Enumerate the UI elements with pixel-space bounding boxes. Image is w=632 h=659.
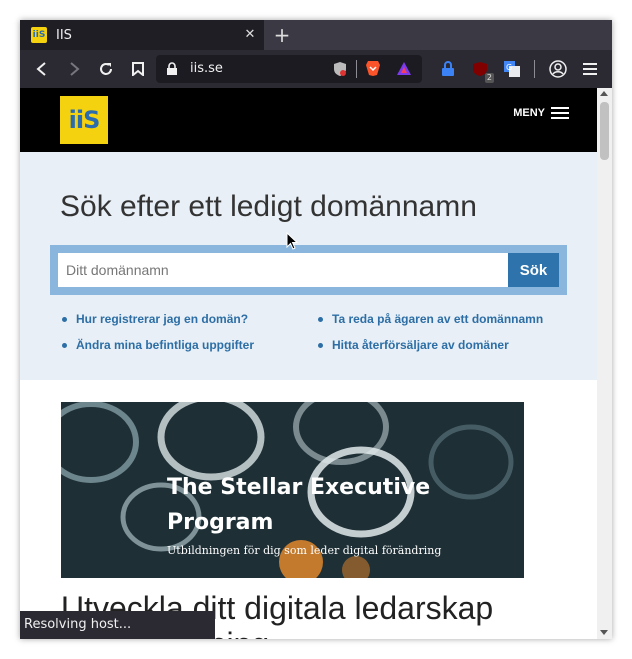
vertical-scrollbar[interactable]: [597, 88, 612, 639]
back-icon[interactable]: [32, 59, 52, 79]
link-find-reseller[interactable]: Hitta återförsäljare av domäner: [316, 338, 509, 352]
brave-lion-icon[interactable]: [365, 60, 381, 81]
ublock-badge: 2: [484, 73, 494, 83]
address-bar[interactable]: iis.se: [156, 55, 422, 83]
url-separator: [356, 60, 357, 78]
scroll-up-arrow-icon[interactable]: [600, 91, 608, 96]
extension-lock-icon[interactable]: [438, 59, 458, 79]
scrollbar-thumb[interactable]: [600, 102, 609, 160]
lock-icon[interactable]: [166, 61, 178, 80]
account-icon[interactable]: [548, 59, 568, 79]
banner-subtitle: Utbildningen för dig som leder digital f…: [167, 544, 442, 557]
translate-icon[interactable]: G: [502, 59, 522, 79]
page-viewport: iiS MENY Sök efter ett ledigt domännamn …: [20, 88, 612, 639]
site-header: iiS MENY: [20, 88, 597, 152]
banner-title-line1: The Stellar Executive: [167, 475, 431, 500]
scroll-down-arrow-icon[interactable]: [600, 630, 608, 635]
tab-title: IIS: [56, 27, 72, 43]
toolbar-separator: [534, 60, 535, 78]
close-tab-icon[interactable]: ✕: [242, 27, 258, 43]
web-page: iiS MENY Sök efter ett ledigt domännamn …: [20, 88, 597, 639]
reload-icon[interactable]: [96, 59, 116, 79]
search-button[interactable]: Sök: [508, 253, 559, 287]
mouse-cursor-icon: [286, 231, 299, 254]
banner-title: The Stellar Executive Program: [167, 470, 430, 540]
status-bar: Resolving host...: [20, 611, 215, 639]
toolbar: iis.se 2 G: [20, 50, 612, 88]
hero-title: Sök efter ett ledigt domännamn: [60, 190, 477, 223]
iis-logo[interactable]: iiS: [60, 96, 108, 144]
logo-text: iiS: [68, 106, 101, 134]
link-how-to-register[interactable]: Hur registrerar jag en domän?: [60, 312, 248, 326]
forward-icon[interactable]: [64, 59, 84, 79]
menu-button[interactable]: MENY: [513, 107, 569, 119]
ublock-origin-icon[interactable]: 2: [470, 59, 494, 83]
menu-label: MENY: [513, 107, 545, 119]
promo-banner[interactable]: The Stellar Executive Program Utbildning…: [61, 402, 524, 578]
hamburger-menu-icon[interactable]: [580, 59, 600, 79]
bookmark-icon[interactable]: [128, 59, 148, 79]
search-box: Sök: [50, 245, 567, 295]
domain-search-section: Sök efter ett ledigt domännamn Sök Hur r…: [20, 152, 597, 380]
iis-favicon-icon: iiS: [31, 27, 47, 43]
domain-search-input[interactable]: [58, 253, 508, 287]
new-tab-icon[interactable]: +: [272, 25, 292, 45]
tab-iis[interactable]: iiS IIS ✕: [20, 20, 264, 50]
svg-text:G: G: [506, 63, 512, 72]
browser-window: iiS IIS ✕ + iis.se 2 G iiS MENY Sök efte…: [20, 20, 612, 639]
link-find-owner[interactable]: Ta reda på ägaren av ett domännamn: [316, 312, 543, 326]
banner-title-line2: Program: [167, 510, 274, 535]
tab-strip: iiS IIS ✕ +: [20, 20, 612, 50]
favicon-text: iiS: [32, 30, 46, 40]
url-text[interactable]: iis.se: [190, 61, 223, 76]
shield-blocked-icon[interactable]: [333, 61, 347, 81]
brave-rewards-icon[interactable]: [396, 61, 412, 80]
link-change-details[interactable]: Ändra mina befintliga uppgifter: [60, 338, 254, 352]
menu-hamburger-icon: [551, 107, 569, 119]
